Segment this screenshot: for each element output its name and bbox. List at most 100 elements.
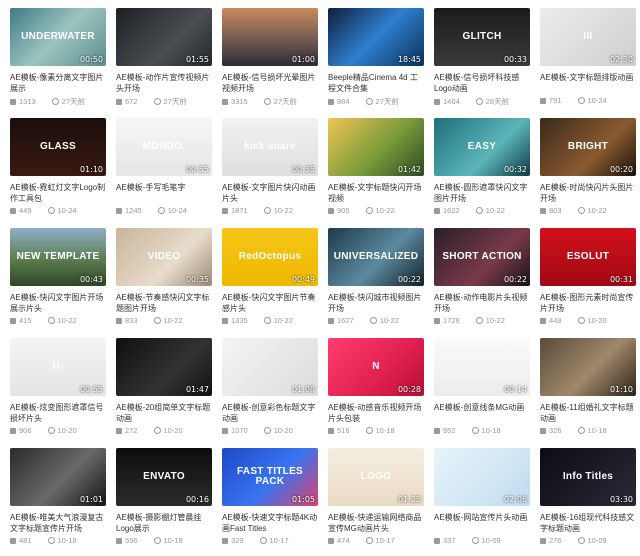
- template-title-link[interactable]: AE模板-时尚快闪片头图片开场: [540, 182, 636, 204]
- video-thumbnail[interactable]: N 00:28: [328, 338, 424, 396]
- template-title-link[interactable]: AE模板-手写毛笔字: [116, 182, 212, 204]
- video-thumbnail[interactable]: 18:45: [328, 8, 424, 66]
- template-card[interactable]: Info Titles 03:30 AE模板-16组现代科技感文字标题动画 276 10…: [540, 448, 636, 556]
- template-card[interactable]: 01:00 AE模板-信号损坏光晕图片视频开场 3315 27天前: [222, 8, 318, 116]
- template-title-link[interactable]: AE模板-圆形遮罩快闪文字图片开场: [434, 182, 530, 204]
- template-card[interactable]: UNIVERSALIZED 00:22 AE模板-快闪城市视频图片开场 1627 10-…: [328, 228, 424, 336]
- template-card[interactable]: ESOLUT 00:31 AE模板-图形元素时尚宣传片开场 448 10-20: [540, 228, 636, 336]
- template-card[interactable]: MONDO. 00:55 AE模板-手写毛笔字 1245 10-24: [116, 118, 212, 226]
- template-title-link[interactable]: AE模板-网站宣传片头动画: [434, 512, 530, 534]
- template-title-link[interactable]: AE模板-快闪文字图片开场展示片头: [10, 292, 106, 314]
- video-thumbnail[interactable]: U- 00:55: [10, 338, 106, 396]
- template-title-link[interactable]: AE模板-动感音乐视频开场片头包装: [328, 402, 424, 424]
- view-count: 833: [125, 316, 138, 325]
- view-count: 516: [337, 426, 350, 435]
- template-title-link[interactable]: AE模板-16组现代科技感文字标题动画: [540, 512, 636, 534]
- template-title-link[interactable]: AE模板-快速文字标题4K动画Fast Titles: [222, 512, 318, 534]
- video-thumbnail[interactable]: III 02:30: [540, 8, 636, 66]
- template-title-link[interactable]: AE模板-快闪城市视频图片开场: [328, 292, 424, 314]
- template-title-link[interactable]: AE模板-20组简单文字标题动画: [116, 402, 212, 424]
- template-title-link[interactable]: AE模板-11组婚礼文字标题动画: [540, 402, 636, 424]
- template-title-link[interactable]: AE模板-信号损坏科技感Logo动画: [434, 72, 530, 94]
- template-title-link[interactable]: AE模板-图形元素时尚宣传片开场: [540, 292, 636, 314]
- template-title-link[interactable]: Beeple精品Cinema 4d 工程文件合集: [328, 72, 424, 94]
- duration-badge: 01:25: [397, 495, 421, 504]
- template-title-link[interactable]: AE模板-文字标题快闪开场视频: [328, 182, 424, 204]
- clock-icon: [153, 98, 161, 105]
- video-thumbnail[interactable]: VIDEO 00:35: [116, 228, 212, 286]
- template-card[interactable]: VIDEO 00:35 AE模板-节奏感快闪文字标题图片开场 833 10-22: [116, 228, 212, 336]
- template-title-link[interactable]: AE模板-像素分离文字图片展示: [10, 72, 106, 94]
- template-card[interactable]: BRIGHT 00:20 AE模板-时尚快闪片头图片开场 803 10-22: [540, 118, 636, 226]
- video-thumbnail[interactable]: 01:10: [540, 338, 636, 396]
- template-card[interactable]: EASY 00:32 AE模板-圆形遮罩快闪文字图片开场 1622 10-22: [434, 118, 530, 226]
- template-title-link[interactable]: AE模板-节奏感快闪文字标题图片开场: [116, 292, 212, 314]
- upload-date: 10-18: [375, 426, 395, 435]
- video-thumbnail[interactable]: ENVATO 00:16: [116, 448, 212, 506]
- video-thumbnail[interactable]: 01:55: [116, 8, 212, 66]
- template-title-link[interactable]: AE模板-文字标题排版动画: [540, 72, 636, 94]
- template-card[interactable]: ENVATO 00:16 AE模板-摄影棚灯管晨挂Logo展示 596 10-18: [116, 448, 212, 556]
- video-thumbnail[interactable]: Info Titles 03:30: [540, 448, 636, 506]
- template-card[interactable]: 01:42 AE模板-文字标题快闪开场视频 905 10-22: [328, 118, 424, 226]
- template-card[interactable]: kick snare 00:35 AE模板-文字图片快闪动画片头 1871 10-22: [222, 118, 318, 226]
- thumbnail-title-text: EASY: [467, 140, 497, 152]
- video-thumbnail[interactable]: GLITCH 00:33: [434, 8, 530, 66]
- template-title-link[interactable]: AE模板-唯美大气浪漫复古文字标题宣传片开场: [10, 512, 106, 534]
- video-thumbnail[interactable]: RedOctopus 00:49: [222, 228, 318, 286]
- template-card[interactable]: UNDERWATER 00:50 AE模板-像素分离文字图片展示 1313 27天前: [10, 8, 106, 116]
- duration-badge: 02:06: [503, 495, 527, 504]
- upload-date: 10-22: [375, 206, 395, 215]
- template-card[interactable]: SHORT ACTION 00:22 AE模板-动作电影片头视频开场 1728 10-2…: [434, 228, 530, 336]
- video-thumbnail[interactable]: MONDO. 00:55: [116, 118, 212, 176]
- template-card[interactable]: 02:06 AE模板-网站宣传片头动画 337 10-09: [434, 448, 530, 556]
- video-thumbnail[interactable]: ESOLUT 00:31: [540, 228, 636, 286]
- template-title-link[interactable]: AE模板-创意线条MG动画: [434, 402, 530, 424]
- video-thumbnail[interactable]: LOGO 01:25: [328, 448, 424, 506]
- video-thumbnail[interactable]: FAST TITLES PACK 01:05: [222, 448, 318, 506]
- video-thumbnail[interactable]: SHORT ACTION 00:22: [434, 228, 530, 286]
- template-card[interactable]: FAST TITLES PACK 01:05 AE模板-快速文字标题4K动画Fast…: [222, 448, 318, 556]
- template-title-link[interactable]: AE模板-信号损坏光晕图片视频开场: [222, 72, 318, 94]
- video-thumbnail[interactable]: 01:08: [222, 338, 318, 396]
- template-title-link[interactable]: AE模板-快递运输网络商品宣传MG动画片头: [328, 512, 424, 534]
- template-card[interactable]: 01:10 AE模板-11组婚礼文字标题动画 326 10-18: [540, 338, 636, 446]
- video-thumbnail[interactable]: NEW TEMPLATE 00:43: [10, 228, 106, 286]
- template-card[interactable]: III 02:30 AE模板-文字标题排版动画 791 10-24: [540, 8, 636, 116]
- template-card[interactable]: GLASS 01:10 AE模板-霓虹灯文字Logo制作工具包 449 10-24: [10, 118, 106, 226]
- template-title-link[interactable]: AE模板-动作片宣传视频片头开场: [116, 72, 212, 94]
- video-thumbnail[interactable]: UNDERWATER 00:50: [10, 8, 106, 66]
- video-thumbnail[interactable]: 02:06: [434, 448, 530, 506]
- template-card[interactable]: RedOctopus 00:49 AE模板-快闪文字图片节奏感片头 1335 10-22: [222, 228, 318, 336]
- video-thumbnail[interactable]: 01:00: [222, 8, 318, 66]
- template-title-link[interactable]: AE模板-文字图片快闪动画片头: [222, 182, 318, 204]
- template-card[interactable]: 18:45 Beeple精品Cinema 4d 工程文件合集 884 27天前: [328, 8, 424, 116]
- template-card[interactable]: N 00:28 AE模板-动感音乐视频开场片头包装 516 10-18: [328, 338, 424, 446]
- upload-date: 10-24: [587, 96, 607, 105]
- template-card[interactable]: 01:01 AE模板-唯美大气浪漫复古文字标题宣传片开场 481 10-18: [10, 448, 106, 556]
- template-title-link[interactable]: AE模板-炫变图形遮罩信号损坏片头: [10, 402, 106, 424]
- template-title-link[interactable]: AE模板-创意彩色标题文字动画: [222, 402, 318, 424]
- video-thumbnail[interactable]: EASY 00:32: [434, 118, 530, 176]
- template-title-link[interactable]: AE模板-动作电影片头视频开场: [434, 292, 530, 314]
- video-thumbnail[interactable]: 01:42: [328, 118, 424, 176]
- video-thumbnail[interactable]: BRIGHT 00:20: [540, 118, 636, 176]
- template-card[interactable]: 00:14 AE模板-创意线条MG动画 952 10-18: [434, 338, 530, 446]
- template-title-link[interactable]: AE模板-摄影棚灯管晨挂Logo展示: [116, 512, 212, 534]
- video-thumbnail[interactable]: GLASS 01:10: [10, 118, 106, 176]
- video-thumbnail[interactable]: 01:47: [116, 338, 212, 396]
- template-card[interactable]: NEW TEMPLATE 00:43 AE模板-快闪文字图片开场展示片头 415 10-…: [10, 228, 106, 336]
- template-card[interactable]: LOGO 01:25 AE模板-快递运输网络商品宣传MG动画片头 474 10-17: [328, 448, 424, 556]
- card-meta: 906 10-20: [10, 426, 106, 435]
- video-thumbnail[interactable]: 01:01: [10, 448, 106, 506]
- template-card[interactable]: 01:55 AE模板-动作片宣传视频片头开场 672 27天前: [116, 8, 212, 116]
- template-card[interactable]: 01:08 AE模板-创意彩色标题文字动画 1070 10-20: [222, 338, 318, 446]
- video-thumbnail[interactable]: kick snare 00:35: [222, 118, 318, 176]
- template-card[interactable]: 01:47 AE模板-20组简单文字标题动画 272 10-20: [116, 338, 212, 446]
- template-title-link[interactable]: AE模板-快闪文字图片节奏感片头: [222, 292, 318, 314]
- video-thumbnail[interactable]: UNIVERSALIZED 00:22: [328, 228, 424, 286]
- template-card[interactable]: GLITCH 00:33 AE模板-信号损坏科技感Logo动画 1464 28天前: [434, 8, 530, 116]
- template-card[interactable]: U- 00:55 AE模板-炫变图形遮罩信号损坏片头 906 10-20: [10, 338, 106, 446]
- video-thumbnail[interactable]: 00:14: [434, 338, 530, 396]
- template-title-link[interactable]: AE模板-霓虹灯文字Logo制作工具包: [10, 182, 106, 204]
